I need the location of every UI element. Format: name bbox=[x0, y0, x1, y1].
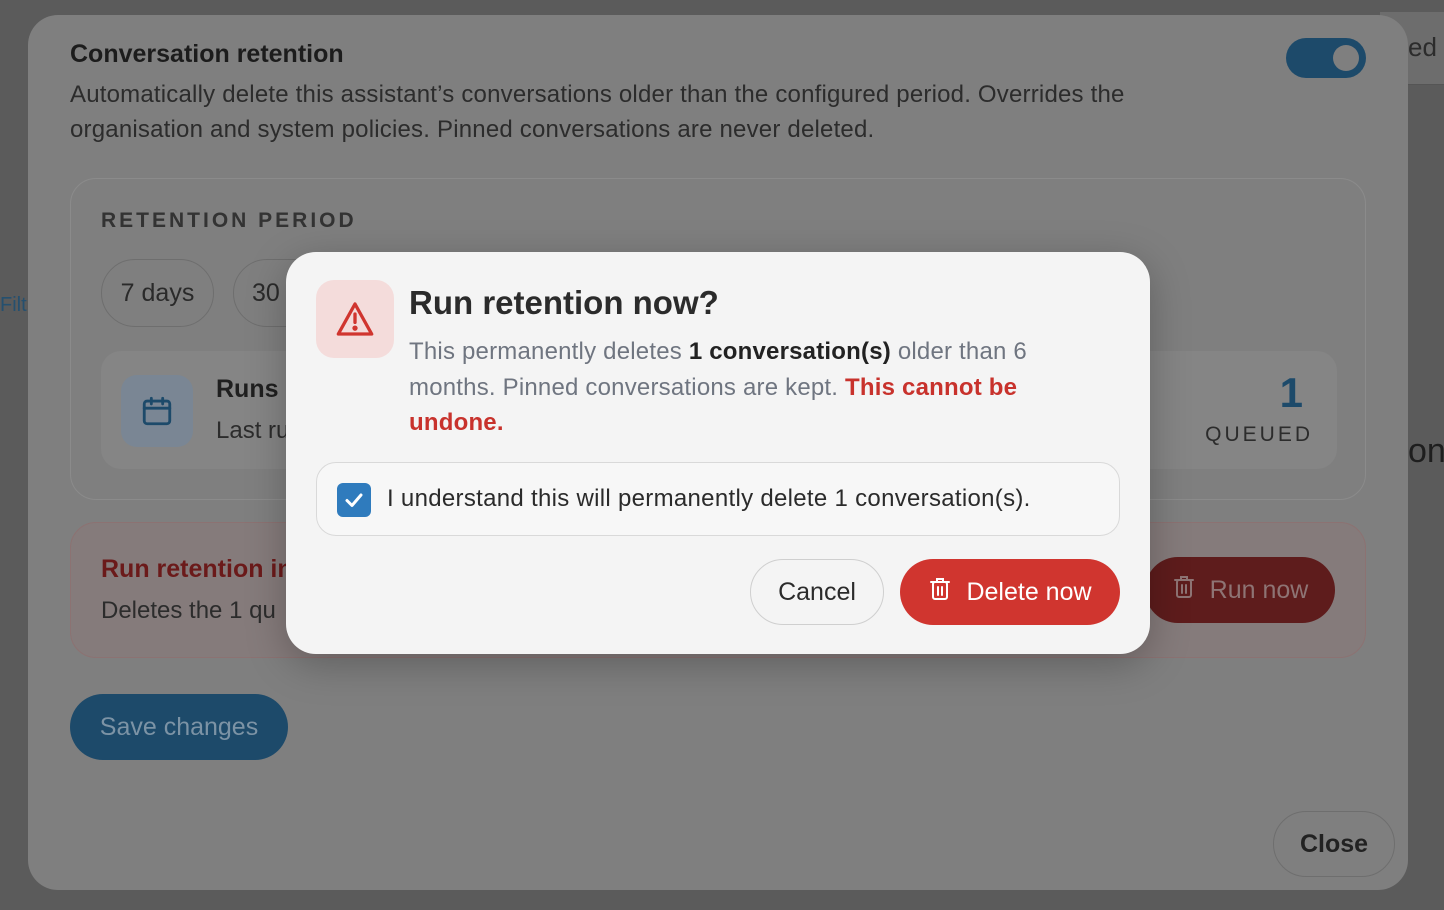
run-now-label: Run now bbox=[1209, 575, 1309, 604]
acknowledge-label: I understand this will permanently delet… bbox=[387, 485, 1031, 512]
trash-icon bbox=[928, 576, 952, 609]
queued-count: 1 bbox=[1279, 369, 1303, 416]
period-option-7-days[interactable]: 7 days bbox=[101, 259, 214, 327]
last-run-text: Last ru bbox=[216, 417, 290, 444]
background-text-fragment: on bbox=[1408, 432, 1444, 470]
cancel-button[interactable]: Cancel bbox=[750, 559, 884, 625]
dialog-title: Run retention now? bbox=[409, 284, 719, 321]
background-text-fragment: ed bbox=[1408, 32, 1437, 62]
dialog-message: This permanently deletes 1 conversation(… bbox=[409, 334, 1089, 441]
background-filter-fragment: Filt bbox=[0, 294, 27, 316]
retention-toggle[interactable] bbox=[1286, 38, 1366, 78]
save-changes-button[interactable]: Save changes bbox=[70, 694, 288, 760]
delete-now-label: Delete now bbox=[966, 577, 1092, 606]
run-retention-title: Run retention in bbox=[101, 555, 293, 583]
close-button[interactable]: Close bbox=[1273, 811, 1395, 877]
message-prefix: This permanently deletes bbox=[409, 338, 689, 365]
check-icon bbox=[345, 493, 363, 507]
toggle-knob bbox=[1333, 45, 1359, 71]
run-now-button[interactable]: Run now bbox=[1145, 557, 1335, 623]
warning-icon bbox=[316, 280, 394, 358]
section-title: Conversation retention bbox=[70, 40, 344, 68]
run-retention-description: Deletes the 1 qu bbox=[101, 597, 276, 624]
delete-now-button[interactable]: Delete now bbox=[900, 559, 1120, 625]
calendar-icon bbox=[121, 375, 193, 447]
acknowledge-row[interactable]: I understand this will permanently delet… bbox=[316, 462, 1120, 536]
retention-period-label: RETENTION PERIOD bbox=[101, 209, 357, 232]
confirm-dialog: Run retention now? This permanently dele… bbox=[286, 252, 1150, 654]
section-description: Automatically delete this assistant’s co… bbox=[70, 81, 1125, 143]
conversation-count: 1 conversation(s) bbox=[688, 338, 891, 365]
trash-icon bbox=[1172, 574, 1196, 607]
acknowledge-checkbox[interactable] bbox=[337, 483, 371, 517]
queued-label: QUEUED bbox=[1205, 423, 1313, 446]
